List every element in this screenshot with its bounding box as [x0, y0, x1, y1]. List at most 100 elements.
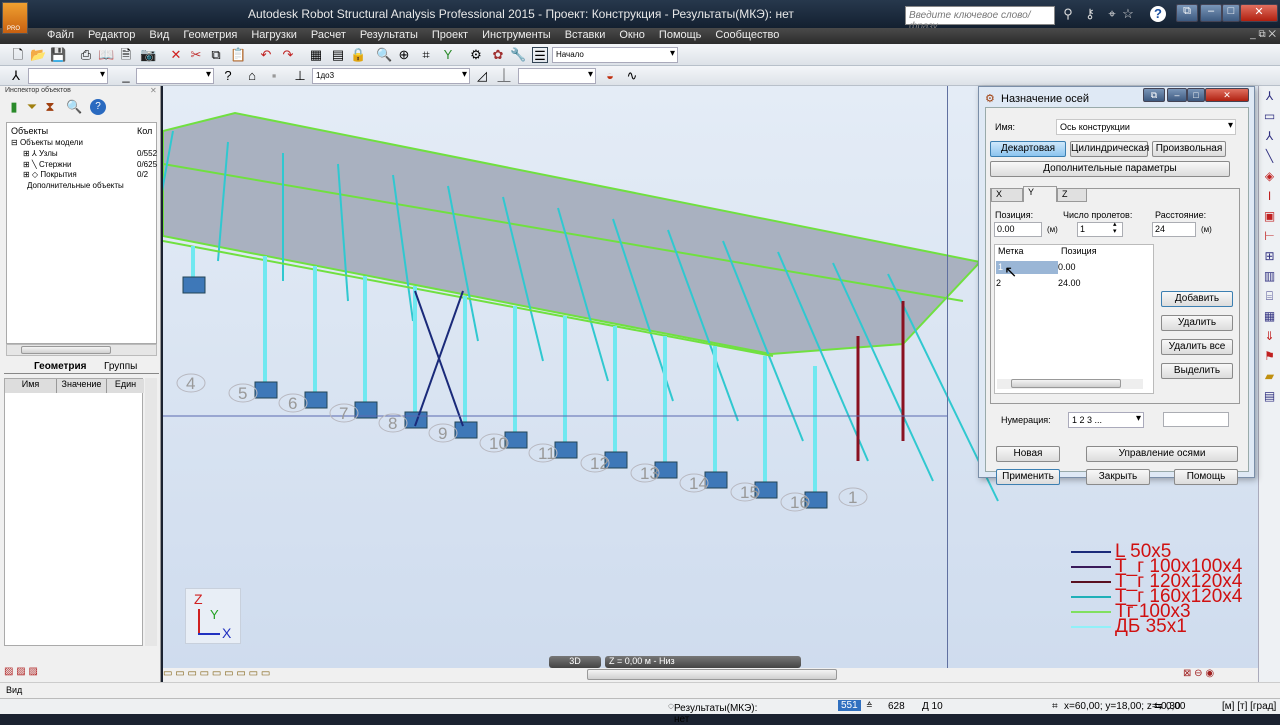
- job-preferences-icon[interactable]: ✿: [490, 47, 506, 63]
- axis-label[interactable]: 12: [590, 454, 609, 473]
- additional-params-button[interactable]: Дополнительные параметры: [990, 161, 1230, 177]
- restore-ribbon-button[interactable]: ⧉: [1176, 4, 1198, 22]
- spans-spin-icon[interactable]: ▴ ▾: [1113, 221, 1117, 235]
- load-case-combo[interactable]: 1до3: [312, 68, 470, 84]
- undo-icon[interactable]: ↶: [258, 47, 274, 63]
- tab-z[interactable]: Z: [1057, 188, 1087, 202]
- axis-label[interactable]: 1: [848, 488, 857, 507]
- list-scrollbar[interactable]: [997, 379, 1143, 389]
- position-input[interactable]: 0.00: [994, 222, 1042, 237]
- select-button[interactable]: Выделить: [1161, 363, 1233, 379]
- table-icon[interactable]: ▦: [1259, 306, 1280, 326]
- line-icon[interactable]: ╲: [1259, 146, 1280, 166]
- offset-icon[interactable]: ⊢: [1259, 226, 1280, 246]
- axis-name-select[interactable]: Ось конструкции: [1056, 119, 1236, 135]
- save-icon[interactable]: 💾: [50, 47, 66, 63]
- axis-label[interactable]: 6: [288, 394, 297, 413]
- link-icon[interactable]: ∿: [624, 68, 640, 84]
- zoom-window-icon[interactable]: ⊕: [396, 47, 412, 63]
- menu-tools[interactable]: Инструменты: [475, 28, 558, 44]
- paste-icon[interactable]: 📋: [230, 47, 246, 63]
- axis-label[interactable]: 15: [740, 483, 759, 502]
- row-position[interactable]: 0.00: [1058, 262, 1076, 272]
- key-icon[interactable]: ⚷: [1082, 6, 1098, 22]
- tab-x[interactable]: X: [991, 188, 1023, 202]
- menu-community[interactable]: Сообщество: [708, 28, 786, 44]
- tree-item-panels[interactable]: ⊞ ◇ Покрытия: [23, 170, 77, 179]
- axis-label[interactable]: 16: [790, 493, 809, 512]
- help-search-input[interactable]: Введите ключевое слово/фразу: [905, 6, 1055, 32]
- material-icon[interactable]: ▣: [1259, 206, 1280, 226]
- mdi-window-controls[interactable]: _ ⧉ ✕: [1250, 29, 1276, 40]
- tree-item-nodes[interactable]: ⊞ ⅄ Узлы: [23, 149, 58, 158]
- menu-file[interactable]: Файл: [40, 28, 81, 44]
- help-icon[interactable]: ?: [1150, 6, 1166, 22]
- case-icon[interactable]: ⊥: [292, 68, 308, 84]
- inspector-select-icon[interactable]: ▮: [6, 99, 22, 115]
- tab-geometry[interactable]: Геометрия: [34, 361, 87, 372]
- binoculars-icon[interactable]: ⚲: [1060, 6, 1076, 22]
- menu-help[interactable]: Помощь: [652, 28, 709, 44]
- close-dialog-button[interactable]: Закрыть: [1086, 469, 1150, 485]
- panel-icon[interactable]: ▥: [1259, 266, 1280, 286]
- selected-bars-count[interactable]: 628: [888, 701, 905, 712]
- bar-select-icon[interactable]: _: [118, 68, 134, 84]
- support-icon[interactable]: ⅄: [1259, 126, 1280, 146]
- frame2-icon[interactable]: ⌸: [1259, 286, 1280, 306]
- close-button[interactable]: ✕: [1240, 4, 1278, 22]
- calculator-icon[interactable]: ▦: [308, 47, 324, 63]
- menu-geometry[interactable]: Геометрия: [176, 28, 244, 44]
- delete-icon[interactable]: ✕: [168, 47, 184, 63]
- hourglass-icon[interactable]: ⧗: [42, 99, 58, 115]
- menu-window[interactable]: Окно: [612, 28, 652, 44]
- menu-add-ins[interactable]: Вставки: [558, 28, 613, 44]
- wrench-icon[interactable]: 🔧: [510, 47, 526, 63]
- app-logo[interactable]: PRO: [2, 2, 28, 34]
- dock-button[interactable]: ⧉: [1143, 88, 1165, 102]
- view-3d-tab[interactable]: 3D: [549, 656, 601, 668]
- view-tools-icons[interactable]: ⊠ ⊖ ◉: [1183, 668, 1214, 679]
- tree-item-bars[interactable]: ⊞ ╲ Стержни: [23, 160, 71, 169]
- axis-label[interactable]: 10: [489, 434, 508, 453]
- add-button[interactable]: Добавить: [1161, 291, 1233, 307]
- case-select-icon[interactable]: ◿: [474, 68, 490, 84]
- new-icon[interactable]: 🗋: [10, 47, 26, 63]
- tab-y[interactable]: Y: [1023, 186, 1057, 202]
- bar-icon[interactable]: ▭: [1259, 106, 1280, 126]
- view-toolbar-icons[interactable]: ▭ ▭ ▭ ▭ ▭ ▭ ▭ ▭ ▭: [163, 668, 363, 682]
- inspector-bottom-icons[interactable]: ▨ ▨ ▨: [4, 666, 60, 680]
- satellite-icon[interactable]: ⌖: [1104, 6, 1120, 22]
- tree-item-additional[interactable]: Дополнительные объекты: [27, 181, 124, 190]
- selected-nodes-count[interactable]: 551: [838, 700, 861, 711]
- filter-icon[interactable]: ⏷: [24, 99, 40, 115]
- properties-scrollbar[interactable]: [145, 378, 157, 646]
- arbitrary-button[interactable]: Произвольная: [1152, 141, 1226, 157]
- row-mark[interactable]: 2: [996, 278, 1001, 288]
- help-button[interactable]: Помощь: [1174, 469, 1238, 485]
- zoom-icon[interactable]: 🔍: [376, 47, 392, 63]
- section-icon[interactable]: I: [1259, 186, 1280, 206]
- new-button[interactable]: Новая: [996, 446, 1060, 462]
- node-selection-combo[interactable]: [28, 68, 108, 84]
- copy-icon[interactable]: ⧉: [208, 47, 224, 63]
- delete-all-button[interactable]: Удалить все: [1161, 339, 1233, 355]
- preferences-icon[interactable]: ⚙: [468, 47, 484, 63]
- axis-label[interactable]: 4: [186, 374, 195, 393]
- axis-label[interactable]: 7: [339, 404, 348, 423]
- apply-button[interactable]: Применить: [996, 469, 1060, 485]
- inspector-close-icon[interactable]: ✕: [150, 86, 157, 95]
- print-icon[interactable]: ⎙: [78, 47, 94, 63]
- load-icon[interactable]: ⇓: [1259, 326, 1280, 346]
- numbering-prefix-input[interactable]: [1163, 412, 1229, 427]
- delete-button[interactable]: Удалить: [1161, 315, 1233, 331]
- menu-loads[interactable]: Нагрузки: [244, 28, 304, 44]
- menu-results[interactable]: Результаты: [353, 28, 425, 44]
- grid-icon[interactable]: ⊞: [1259, 246, 1280, 266]
- query-icon[interactable]: ?: [220, 68, 236, 84]
- open-icon[interactable]: 📂: [30, 47, 46, 63]
- display-icon[interactable]: ◒: [602, 68, 618, 84]
- frame-icon[interactable]: ⌂: [244, 68, 260, 84]
- snap-settings-icon[interactable]: ⌗: [418, 47, 434, 63]
- structure-icon[interactable]: Y: [440, 47, 456, 63]
- layout-icon[interactable]: ☰: [532, 47, 548, 63]
